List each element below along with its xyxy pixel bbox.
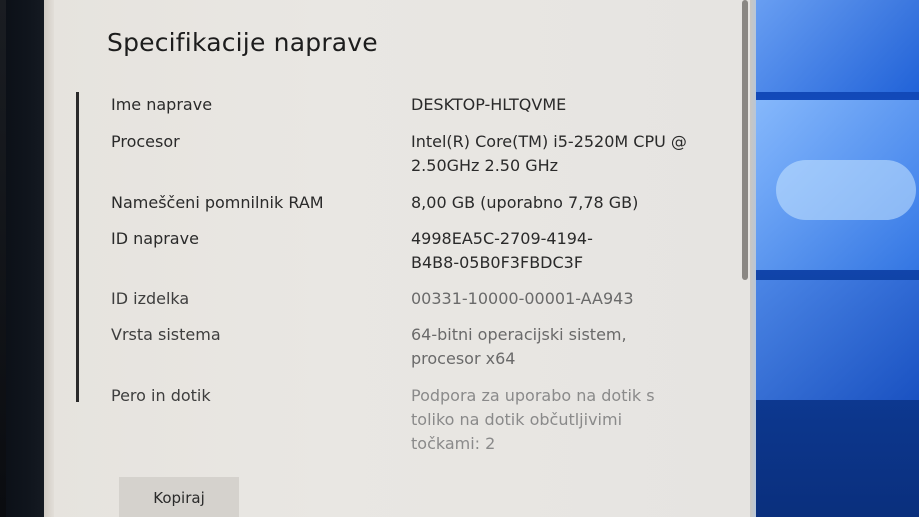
monitor-bezel-edge — [0, 0, 6, 517]
spec-label: ID naprave — [111, 229, 199, 248]
wallpaper-glow — [776, 160, 916, 220]
spec-value: 00331-10000-00001-AA943 — [411, 289, 634, 308]
spec-row-product-id: ID izdelka 00331-10000-00001-AA943 — [111, 287, 731, 313]
spec-value: Intel(R) Core(TM) i5-2520M CPU @ 2.50GHz… — [411, 132, 687, 175]
desktop-wallpaper — [756, 0, 919, 517]
spec-row-pen-touch: Pero in dotik Podpora za uporabo na doti… — [111, 384, 731, 462]
page-title: Specifikacije naprave — [107, 28, 378, 57]
spec-label: Pero in dotik — [111, 386, 211, 405]
spec-row-processor: Procesor Intel(R) Core(TM) i5-2520M CPU … — [111, 130, 731, 182]
copy-button[interactable]: Kopiraj — [119, 477, 239, 517]
spec-row-ram: Nameščeni pomnilnik RAM 8,00 GB (uporabn… — [111, 191, 731, 217]
screen: Specifikacije naprave Ime naprave DESKTO… — [0, 0, 919, 517]
spec-row-device-id: ID naprave 4998EA5C-2709-4194- B4B8-05B0… — [111, 227, 731, 279]
spec-row-system-type: Vrsta sistema 64-bitni operacijski siste… — [111, 323, 731, 375]
scrollbar[interactable] — [742, 0, 748, 280]
spec-value: 4998EA5C-2709-4194- B4B8-05B0F3FBDC3F — [411, 229, 593, 272]
wallpaper-pane — [756, 0, 919, 92]
spec-value: 64-bitni operacijski sistem, procesor x6… — [411, 325, 627, 368]
window-left-strip — [44, 0, 54, 517]
spec-row-device-name: Ime naprave DESKTOP-HLTQVME — [111, 93, 731, 119]
spec-label: Procesor — [111, 132, 180, 151]
spec-value: Podpora za uporabo na dotik s toliko na … — [411, 386, 655, 453]
spec-value: 8,00 GB (uporabno 7,78 GB) — [411, 193, 639, 212]
settings-window: Specifikacije naprave Ime naprave DESKTO… — [44, 0, 750, 517]
spec-label: Ime naprave — [111, 95, 213, 114]
spec-label: Vrsta sistema — [111, 325, 221, 344]
spec-label: ID izdelka — [111, 289, 190, 308]
wallpaper-pane — [756, 280, 919, 400]
spec-value: DESKTOP-HLTQVME — [411, 95, 567, 114]
section-accent-line — [76, 92, 79, 402]
spec-label: Nameščeni pomnilnik RAM — [111, 193, 324, 212]
